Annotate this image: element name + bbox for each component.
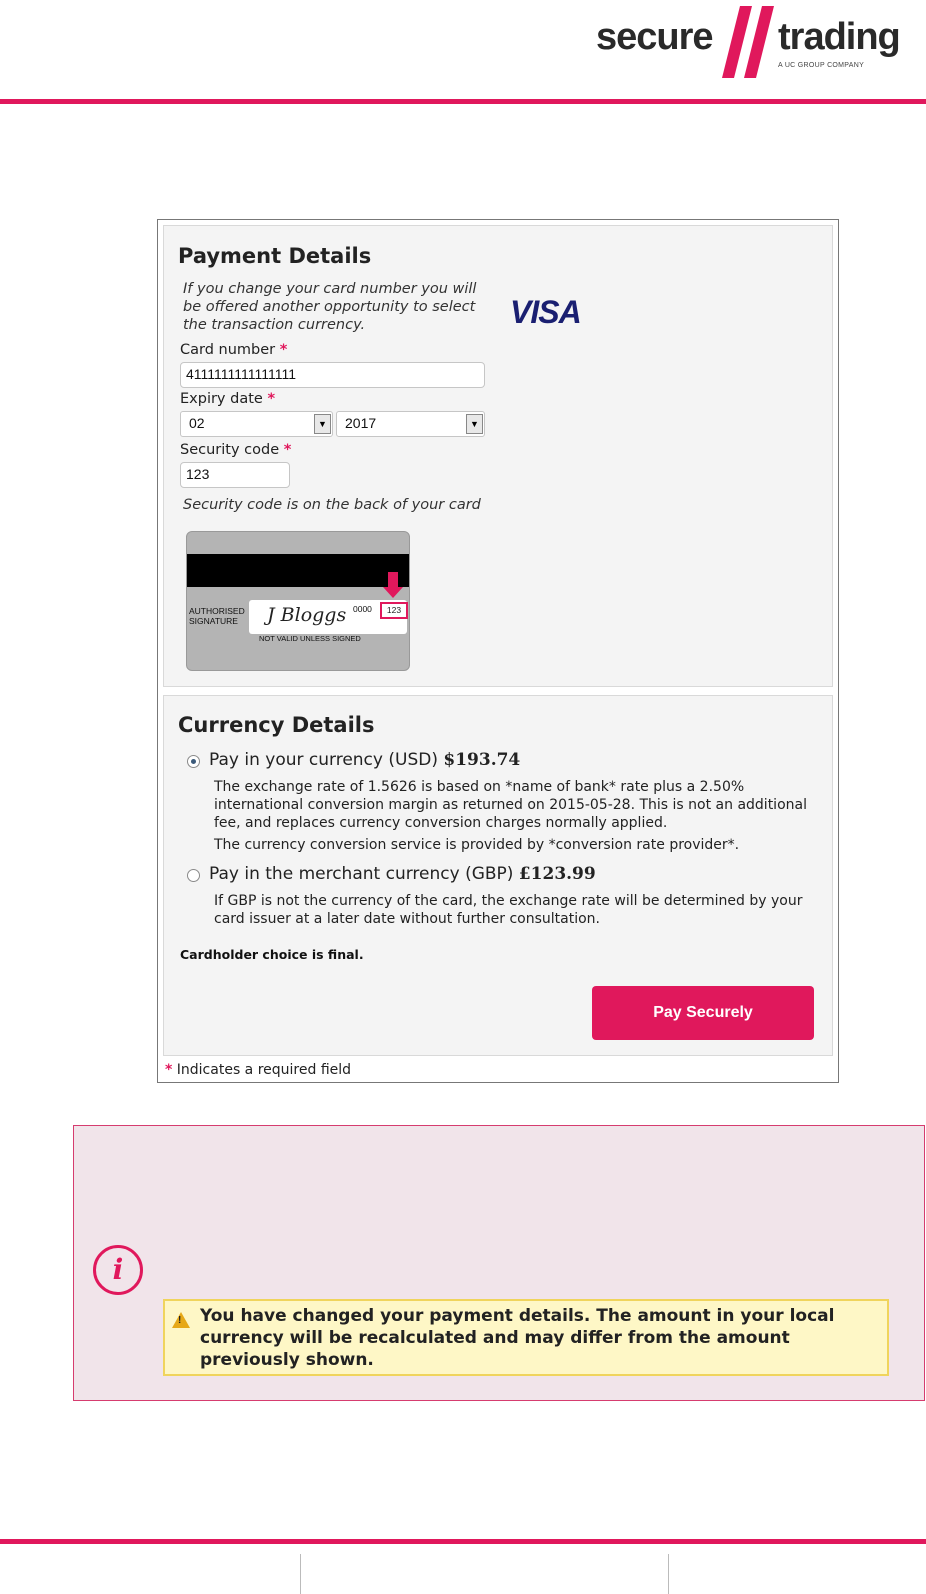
chevron-down-icon[interactable]: ▼ (466, 414, 483, 434)
required-field-note: * Indicates a required field (165, 1062, 352, 1078)
expiry-month-select[interactable]: 02 ▼ (180, 411, 333, 437)
footer-divider (668, 1554, 669, 1594)
card-number-label: Card number * (180, 342, 288, 358)
cvv-highlight: 123 (380, 602, 408, 619)
security-code-input[interactable]: 123 (180, 462, 290, 488)
card-change-note: If you change your card number you will … (183, 281, 477, 333)
gbp-option-label[interactable]: Pay in the merchant currency (GBP) £123.… (209, 864, 596, 884)
logo-text-trading: trading (778, 16, 901, 58)
usd-radio[interactable] (187, 755, 200, 768)
arrow-down-icon (388, 572, 398, 588)
card-digits: 0000 (353, 604, 372, 614)
payment-details-title: Payment Details (178, 244, 372, 268)
security-code-label: Security code * (180, 442, 292, 458)
expiry-month-value: 02 (189, 415, 205, 431)
warning-message: You have changed your payment details. T… (200, 1306, 835, 1370)
warning-exclamation: ! (178, 1315, 182, 1326)
logo-text-secure: secure (596, 16, 714, 58)
footer-divider (300, 1554, 301, 1594)
currency-details-panel: Currency Details Pay in your currency (U… (163, 695, 833, 1056)
gbp-description: If GBP is not the currency of the card, … (214, 893, 803, 927)
card-back-illustration: AUTHORISED SIGNATURE J Bloggs 0000 123 N… (186, 531, 410, 671)
signature-name: J Bloggs (267, 604, 347, 626)
secure-trading-logo: secure trading A UC GROUP COMPANY (596, 6, 922, 78)
gbp-amount: £123.99 (518, 864, 596, 884)
security-code-hint: Security code is on the back of your car… (183, 497, 481, 513)
usd-amount: $193.74 (443, 750, 521, 770)
card-number-input[interactable]: 4111111111111111 (180, 362, 485, 388)
currency-details-title: Currency Details (178, 713, 375, 737)
authorised-label: AUTHORISED (189, 606, 245, 616)
logo-tagline: A UC GROUP COMPANY (778, 62, 865, 69)
payment-details-panel: Payment Details If you change your card … (163, 225, 833, 687)
expiry-year-select[interactable]: 2017 ▼ (336, 411, 485, 437)
warning-message-box: ! You have changed your payment details.… (163, 1299, 889, 1376)
header-rule (0, 99, 926, 104)
pay-securely-button[interactable]: Pay Securely (592, 986, 814, 1040)
usd-option-label[interactable]: Pay in your currency (USD) $193.74 (209, 750, 520, 770)
visa-logo: VISA (510, 294, 582, 330)
payment-form: Payment Details If you change your card … (157, 219, 839, 1083)
chevron-down-icon[interactable]: ▼ (314, 414, 331, 434)
info-callout: i ! You have changed your payment detail… (73, 1125, 925, 1401)
signature-label: SIGNATURE (189, 616, 238, 626)
magnetic-stripe (187, 554, 409, 587)
not-valid-note: NOT VALID UNLESS SIGNED (259, 634, 361, 643)
expiry-date-label: Expiry date * (180, 391, 276, 407)
arrow-head-icon (383, 587, 403, 598)
usd-provider-description: The currency conversion service is provi… (214, 837, 740, 853)
logo-slash-icon (722, 6, 774, 78)
usd-rate-description: The exchange rate of 1.5626 is based on … (214, 779, 807, 831)
info-icon: i (93, 1245, 143, 1295)
expiry-year-value: 2017 (345, 415, 377, 431)
final-choice-note: Cardholder choice is final. (180, 947, 364, 962)
footer-rule (0, 1539, 926, 1544)
gbp-radio[interactable] (187, 869, 200, 882)
